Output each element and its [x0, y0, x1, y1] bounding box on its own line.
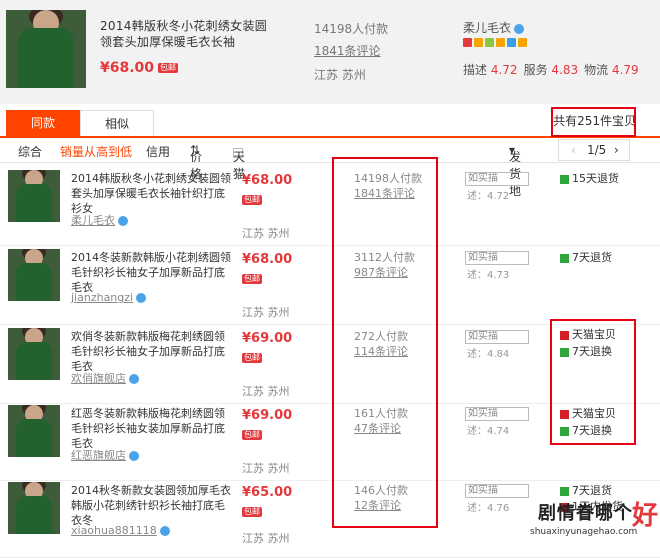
free-shipping-badge: 包邮 [158, 63, 179, 73]
free-shipping-badge: 包邮 [242, 273, 262, 284]
pager-box [558, 139, 630, 161]
heart-icon [463, 38, 472, 47]
sort-by-price[interactable]: 价格 ⇅ [190, 143, 202, 181]
sort-by-credit[interactable]: 信用 [146, 143, 170, 160]
watermark: 剧情眷哪个 好 shuaxinyunagehao.com [530, 501, 659, 537]
location: 江苏 苏州 [314, 68, 366, 82]
product-image[interactable] [6, 10, 86, 88]
return-icon [560, 174, 569, 184]
item-title[interactable]: 红恶冬装新款韩版梅花刺绣圆领毛针织衫长袖女装加厚新品打底毛衣 [71, 406, 231, 451]
paid-count: 14198人付款 [314, 22, 389, 36]
item-title[interactable]: 2014秋冬新款女装圆领加厚毛衣韩版小花刺绣针织衫长袖打底毛衣冬 [71, 483, 231, 528]
service-tag: 7天退货 [560, 249, 612, 265]
mobile-icon [518, 38, 527, 47]
item-title[interactable]: 欢俏冬装新款韩版梅花刺绣圆领毛针织衫长袖女子加厚新品打底毛衣 [71, 329, 231, 374]
free-shipping-badge: 包邮 [242, 429, 262, 440]
item-location: 江苏 苏州 [242, 306, 290, 319]
seller-name[interactable]: jianzhangzi [71, 291, 147, 304]
item-price: ¥68.00 [242, 173, 293, 188]
tab-same-item[interactable]: 同款 [6, 110, 80, 136]
card-icon [507, 38, 516, 47]
free-shipping-badge: 包邮 [242, 352, 262, 363]
shop-scores: 描述 4.72 服务 4.83 物流 4.79 [463, 63, 639, 77]
verified-icon [159, 526, 170, 536]
tab-similar[interactable]: 相似 [80, 110, 154, 136]
item-price: ¥69.00 [242, 408, 293, 423]
seller-name[interactable]: xiaohua881118 [71, 524, 170, 537]
shop-badges [463, 36, 529, 48]
free-shipping-badge: 包邮 [242, 194, 262, 205]
verified-icon [129, 374, 139, 384]
product-price: ¥68.00 包邮 [100, 60, 179, 76]
rating-desc: 述：4.73 [467, 270, 510, 281]
rating-field[interactable]: 如实描 [465, 330, 529, 344]
rating-desc: 述：4.84 [467, 349, 510, 360]
product-thumbnail[interactable] [8, 170, 60, 222]
rating-desc: 述：4.76 [467, 503, 510, 514]
item-title[interactable]: 2014冬装新款韩版小花刺绣圆领毛针织衫长袖女子加厚新品打底毛衣 [71, 250, 231, 295]
product-header: 2014韩版秋冬小花刺绣女装圆领套头加厚保暖毛衣长袖 ¥68.00 包邮 1419… [0, 0, 660, 104]
rating-field[interactable]: 如实描 [465, 172, 529, 186]
item-price: ¥68.00 [242, 252, 293, 267]
highlight-box-tmall [550, 319, 636, 445]
ship-from-dropdown[interactable]: 发货地 ▾ [509, 143, 521, 198]
verified-icon [129, 451, 139, 461]
product-title[interactable]: 2014韩版秋冬小花刺绣女装圆领套头加厚保暖毛衣长袖 [100, 18, 270, 50]
sort-default[interactable]: 综合 [18, 143, 42, 160]
seller-name[interactable]: 欢俏旗舰店 [71, 370, 139, 386]
review-count-link[interactable]: 1841条评论 [314, 42, 381, 59]
rating-field[interactable]: 如实描 [465, 407, 529, 421]
seller-name[interactable]: 红恶旗舰店 [71, 447, 139, 463]
verified-icon [118, 216, 128, 226]
free-shipping-badge: 包邮 [242, 506, 262, 517]
item-price: ¥69.00 [242, 331, 293, 346]
highlight-box-sales [332, 157, 438, 528]
product-thumbnail[interactable] [8, 482, 60, 534]
item-location: 江苏 苏州 [242, 462, 290, 475]
shop-name[interactable]: 柔儿毛衣 [463, 19, 525, 36]
item-location: 江苏 苏州 [242, 227, 290, 240]
rating-desc: 述：4.72 [467, 191, 510, 202]
item-title[interactable]: 2014韩版秋冬小花刺绣女装圆领套头加厚保暖毛衣长袖针织打底衫女 [71, 171, 231, 216]
product-thumbnail[interactable] [8, 328, 60, 380]
seller-name[interactable]: 柔儿毛衣 [71, 212, 128, 228]
return-icon [560, 253, 569, 263]
item-price: ¥65.00 [242, 485, 293, 500]
list-item[interactable]: 2014冬装新款韩版小花刺绣圆领毛针织衫长袖女子加厚新品打底毛衣 jianzha… [0, 245, 660, 325]
product-thumbnail[interactable] [8, 405, 60, 457]
sort-by-sales[interactable]: 销量从高到低 [60, 143, 132, 160]
rating-field[interactable]: 如实描 [465, 251, 529, 265]
service-tag: 15天退货 [560, 170, 619, 186]
return-icon [496, 38, 505, 47]
item-location: 江苏 苏州 [242, 385, 290, 398]
item-location: 江苏 苏州 [242, 532, 290, 545]
highlight-box-count [551, 107, 636, 137]
rating-desc: 述：4.74 [467, 426, 510, 437]
guarantee-icon [474, 38, 483, 47]
seven-day-icon [485, 38, 494, 47]
product-thumbnail[interactable] [8, 249, 60, 301]
verified-icon [136, 293, 147, 303]
verified-icon [514, 23, 525, 34]
list-item[interactable]: 2014韩版秋冬小花刺绣女装圆领套头加厚保暖毛衣长袖针织打底衫女 柔儿毛衣 ¥6… [0, 166, 660, 246]
